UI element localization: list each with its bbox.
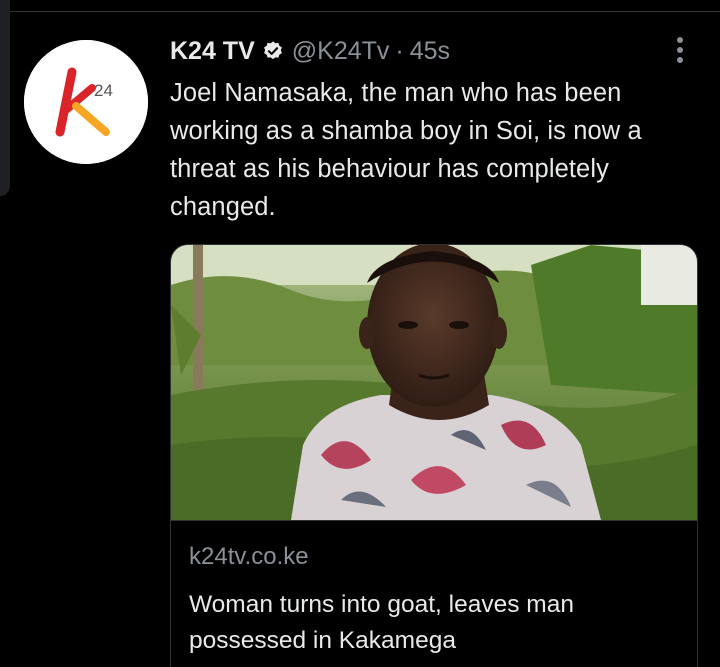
tweet-text: Joel Namasaka, the man who has been work…: [170, 79, 642, 221]
card-domain: k24tv.co.ke: [189, 543, 309, 570]
card-image[interactable]: [171, 245, 697, 520]
more-vertical-icon[interactable]: [670, 37, 690, 67]
verified-badge-icon: [262, 40, 284, 62]
k24-logo-icon: 24: [24, 40, 148, 164]
nav-edge: [0, 0, 10, 196]
link-card[interactable]: k24tv.co.ke Woman turns into goat, leave…: [170, 244, 698, 667]
author-handle[interactable]: @K24Tv: [292, 37, 390, 66]
author-name[interactable]: K24 TV: [170, 37, 255, 66]
news-photo-icon: [171, 245, 697, 520]
logo-superscript: 24: [94, 81, 113, 100]
tweet-screen: 24 K24 TV @K24Tv · 45s Joel Namasaka, th…: [0, 0, 720, 667]
tweet-header: K24 TV @K24Tv · 45s: [170, 33, 450, 69]
tweet-time[interactable]: 45s: [410, 37, 450, 66]
avatar[interactable]: 24: [24, 40, 148, 164]
card-divider: [171, 520, 697, 521]
card-title[interactable]: Woman turns into goat, leaves man posses…: [189, 587, 679, 659]
separator-dot: ·: [395, 36, 404, 65]
top-divider: [10, 11, 720, 12]
